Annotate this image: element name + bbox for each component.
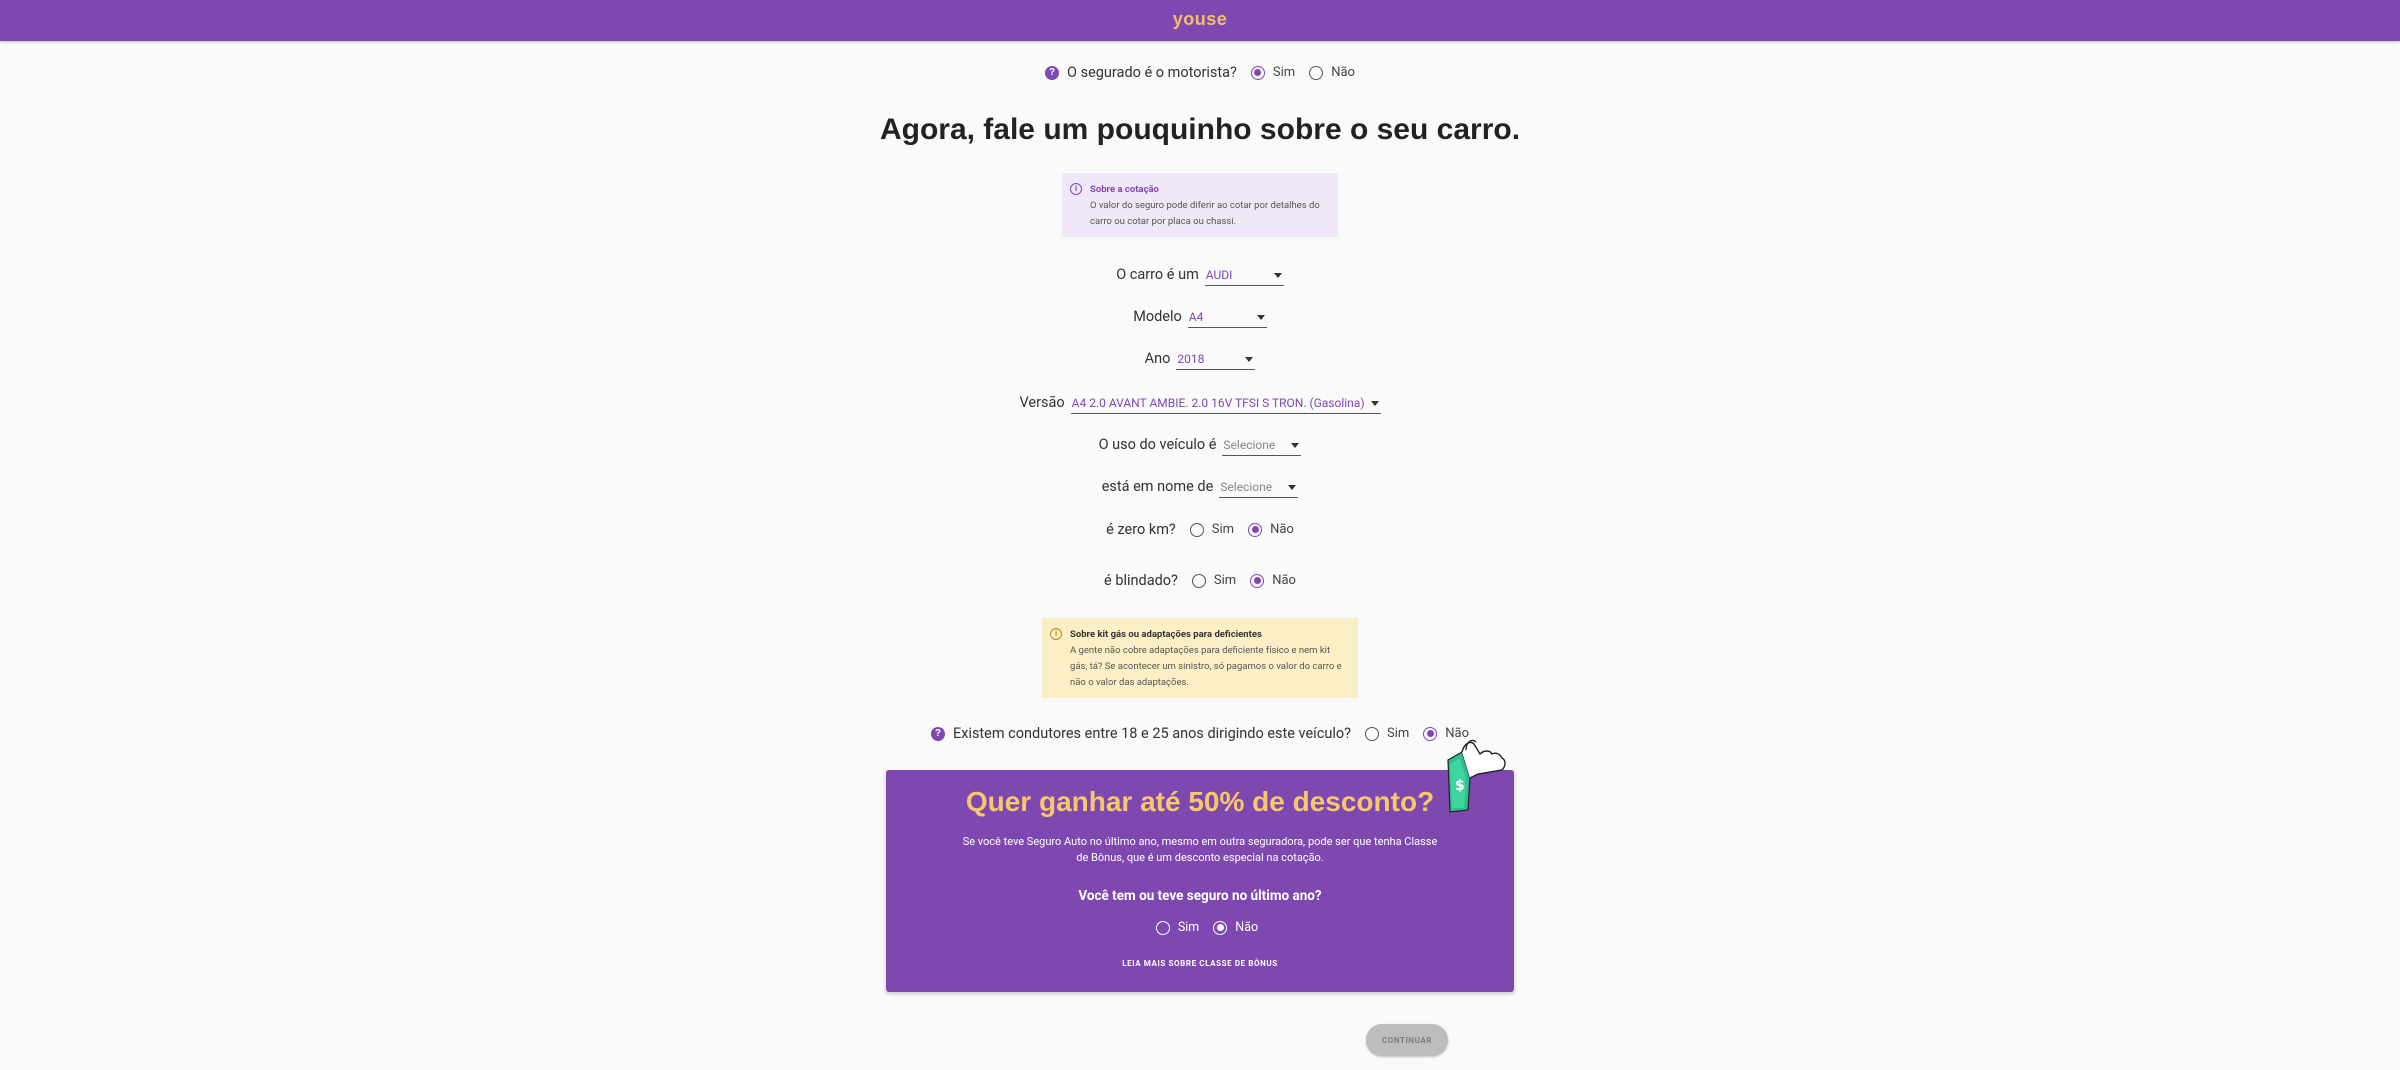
version-value: A4 2.0 AVANT AMBIE. 2.0 16V TFSI S TRON.…	[1071, 396, 1365, 410]
promo-yes-label[interactable]: Sim	[1178, 920, 1199, 935]
chevron-down-icon	[1291, 442, 1300, 448]
quote-info-text: O valor do seguro pode diferir ao cotar …	[1090, 200, 1320, 227]
young-drivers-no-radio[interactable]	[1423, 726, 1438, 741]
promo-text: Se você teve Seguro Auto no último ano, …	[962, 835, 1438, 864]
brand-label: O carro é um	[1116, 265, 1199, 283]
continue-button[interactable]: CONTINUAR	[1366, 1024, 1448, 1056]
quote-info-box: i Sobre a cotação O valor do seguro pode…	[1062, 173, 1338, 237]
armored-no-radio[interactable]	[1250, 573, 1265, 588]
chevron-down-icon	[1288, 484, 1297, 490]
promo-no-label[interactable]: Não	[1235, 920, 1258, 935]
brand-value: AUDI	[1205, 268, 1233, 282]
usage-placeholder: Selecione	[1223, 438, 1276, 452]
zero-km-no-label[interactable]: Não	[1270, 522, 1294, 537]
year-row: Ano 2018	[0, 346, 2400, 370]
bonus-promo-card: Quer ganhar até 50% de desconto? Se você…	[886, 770, 1514, 992]
brand-row: O carro é um AUDI	[0, 262, 2400, 286]
driver-yes-label[interactable]: Sim	[1273, 65, 1295, 80]
version-select[interactable]: A4 2.0 AVANT AMBIE. 2.0 16V TFSI S TRON.…	[1070, 396, 1381, 414]
usage-select[interactable]: Selecione	[1222, 438, 1302, 456]
quote-info-title: Sobre a cotação	[1090, 184, 1159, 195]
help-icon[interactable]: ?	[930, 726, 945, 741]
version-row: Versão A4 2.0 AVANT AMBIE. 2.0 16V TFSI …	[0, 390, 2400, 414]
chevron-down-icon	[1245, 356, 1254, 362]
svg-text:$: $	[1455, 778, 1465, 794]
chevron-down-icon	[1370, 400, 1379, 406]
young-drivers-row: ? Existem condutores entre 18 e 25 anos …	[0, 725, 2400, 742]
promo-radio-group: Sim Não	[886, 920, 1514, 935]
zero-km-label: é zero km?	[1106, 521, 1176, 538]
owner-placeholder: Selecione	[1220, 480, 1273, 494]
bonus-info-link[interactable]: LEIA MAIS SOBRE CLASSE DE BÔNUS	[886, 959, 1514, 968]
young-drivers-yes-label[interactable]: Sim	[1387, 726, 1409, 741]
zero-km-yes-label[interactable]: Sim	[1212, 522, 1234, 537]
owner-select[interactable]: Selecione	[1219, 480, 1299, 498]
kit-info-box: i Sobre kit gás ou adaptações para defic…	[1042, 618, 1358, 698]
chevron-down-icon	[1256, 314, 1265, 320]
kit-info-title: Sobre kit gás ou adaptações para deficie…	[1070, 629, 1262, 640]
model-row: Modelo A4	[0, 304, 2400, 328]
promo-yes-radio[interactable]	[1155, 920, 1170, 935]
year-label: Ano	[1144, 349, 1171, 367]
help-icon[interactable]: ?	[1045, 65, 1060, 80]
driver-question-label: O segurado é o motorista?	[1067, 64, 1237, 81]
zero-km-yes-radio[interactable]	[1189, 522, 1204, 537]
driver-question-row: ? O segurado é o motorista? Sim Não	[0, 64, 2400, 81]
driver-no-label[interactable]: Não	[1331, 65, 1355, 80]
model-select[interactable]: A4	[1187, 310, 1267, 328]
driver-yes-radio[interactable]	[1250, 65, 1265, 80]
youse-logo[interactable]: youse	[0, 9, 2400, 30]
promo-title: Quer ganhar até 50% de desconto?	[965, 786, 1435, 817]
zero-km-no-radio[interactable]	[1248, 522, 1263, 537]
model-label: Modelo	[1133, 307, 1182, 325]
kit-info-text: A gente não cobre adaptações para defici…	[1070, 645, 1342, 688]
top-bar: youse	[0, 0, 2400, 41]
page-title: Agora, fale um pouquinho sobre o seu car…	[879, 113, 1521, 146]
promo-no-radio[interactable]	[1213, 920, 1228, 935]
armored-label: é blindado?	[1104, 572, 1178, 589]
chevron-down-icon	[1273, 272, 1282, 278]
version-label: Versão	[1019, 393, 1065, 411]
model-value: A4	[1188, 310, 1204, 324]
year-select[interactable]: 2018	[1176, 352, 1256, 370]
driver-no-radio[interactable]	[1309, 65, 1324, 80]
usage-label: O uso do veículo é	[1098, 435, 1217, 453]
armored-no-label[interactable]: Não	[1272, 573, 1296, 588]
info-icon: i	[1070, 183, 1082, 195]
owner-row: está em nome de Selecione	[0, 474, 2400, 498]
armored-yes-label[interactable]: Sim	[1214, 573, 1236, 588]
armored-yes-radio[interactable]	[1191, 573, 1206, 588]
armored-row: é blindado? Sim Não	[0, 572, 2400, 589]
owner-label: está em nome de	[1101, 477, 1214, 495]
usage-row: O uso do veículo é Selecione	[0, 432, 2400, 456]
zero-km-row: é zero km? Sim Não	[0, 521, 2400, 538]
young-drivers-label: Existem condutores entre 18 e 25 anos di…	[952, 725, 1351, 742]
year-value: 2018	[1177, 352, 1205, 366]
hand-tag-illustration-icon: $	[1447, 739, 1506, 813]
young-drivers-yes-radio[interactable]	[1364, 726, 1379, 741]
promo-question: Você tem ou teve seguro no último ano?	[1078, 888, 1322, 904]
brand-select[interactable]: AUDI	[1204, 268, 1284, 286]
info-icon: i	[1050, 628, 1062, 640]
